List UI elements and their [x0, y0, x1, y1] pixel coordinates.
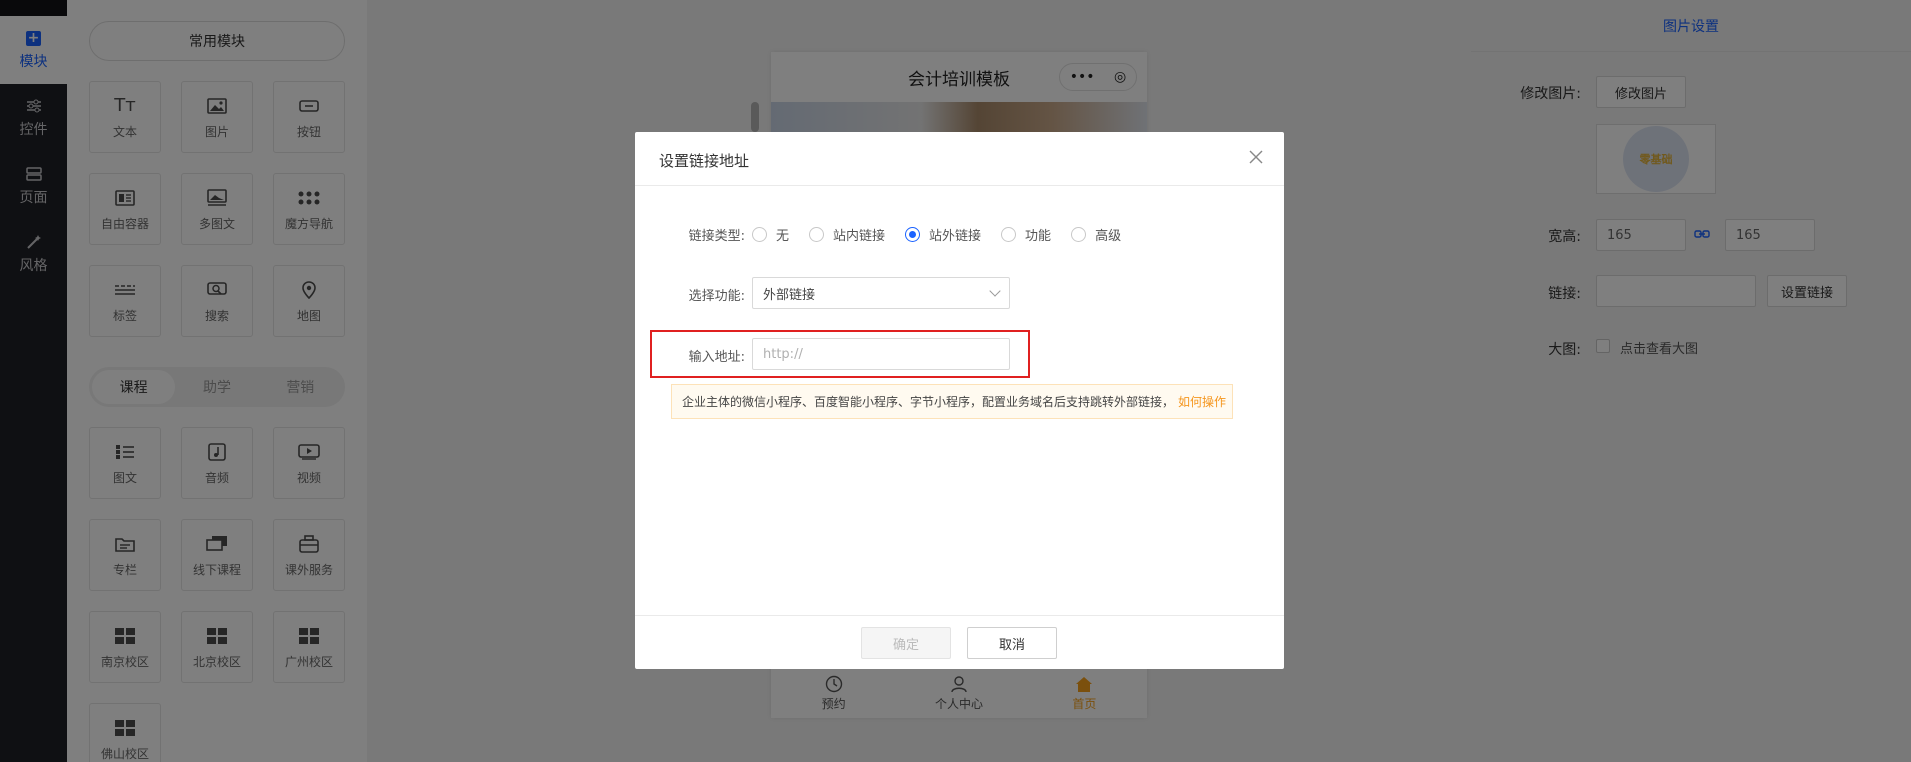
radio-label: 站内链接 [833, 229, 886, 244]
radio-advanced[interactable]: 高级 [1071, 225, 1121, 244]
radio-internal-link[interactable]: 站内链接 [809, 225, 885, 244]
radio-dot [905, 227, 921, 242]
function-select-value: 外部链接 [763, 287, 816, 303]
function-label: 选择功能: [688, 289, 745, 304]
address-input[interactable]: http:// [752, 338, 1010, 370]
radio-label: 站外链接 [929, 229, 982, 244]
link-settings-dialog: 设置链接地址 链接类型: 无 站内链接 站外链接 功能 高级 选择功能: 外部链… [635, 132, 1284, 669]
link-type-label: 链接类型: [688, 229, 745, 244]
radio-dot [1001, 227, 1017, 242]
radio-dot [809, 227, 825, 242]
radio-dot [752, 227, 767, 242]
radio-external-link[interactable]: 站外链接 [905, 225, 981, 244]
domain-notice: 企业主体的微信小程序、百度智能小程序、字节小程序，配置业务域名后支持跳转外部链接… [671, 384, 1233, 419]
radio-label: 功能 [1025, 229, 1052, 244]
notice-text: 企业主体的微信小程序、百度智能小程序、字节小程序，配置业务域名后支持跳转外部链接… [682, 395, 1175, 409]
address-label: 输入地址: [688, 350, 745, 365]
link-type-radio-group: 无 站内链接 站外链接 功能 高级 [752, 225, 1141, 244]
close-icon[interactable] [1246, 147, 1266, 167]
dialog-header: 设置链接地址 [635, 132, 1284, 186]
confirm-button[interactable]: 确定 [861, 627, 951, 659]
radio-label: 无 [776, 229, 790, 244]
dialog-title: 设置链接地址 [659, 152, 750, 170]
cancel-button[interactable]: 取消 [967, 627, 1057, 659]
radio-function[interactable]: 功能 [1001, 225, 1051, 244]
radio-dot [1071, 227, 1087, 242]
radio-label: 高级 [1095, 229, 1122, 244]
dialog-footer: 确定 取消 [635, 615, 1284, 669]
how-to-link[interactable]: 如何操作 [1178, 393, 1226, 410]
chevron-down-icon [989, 285, 1001, 297]
function-select[interactable]: 外部链接 [752, 277, 1010, 309]
radio-none[interactable]: 无 [752, 225, 789, 244]
